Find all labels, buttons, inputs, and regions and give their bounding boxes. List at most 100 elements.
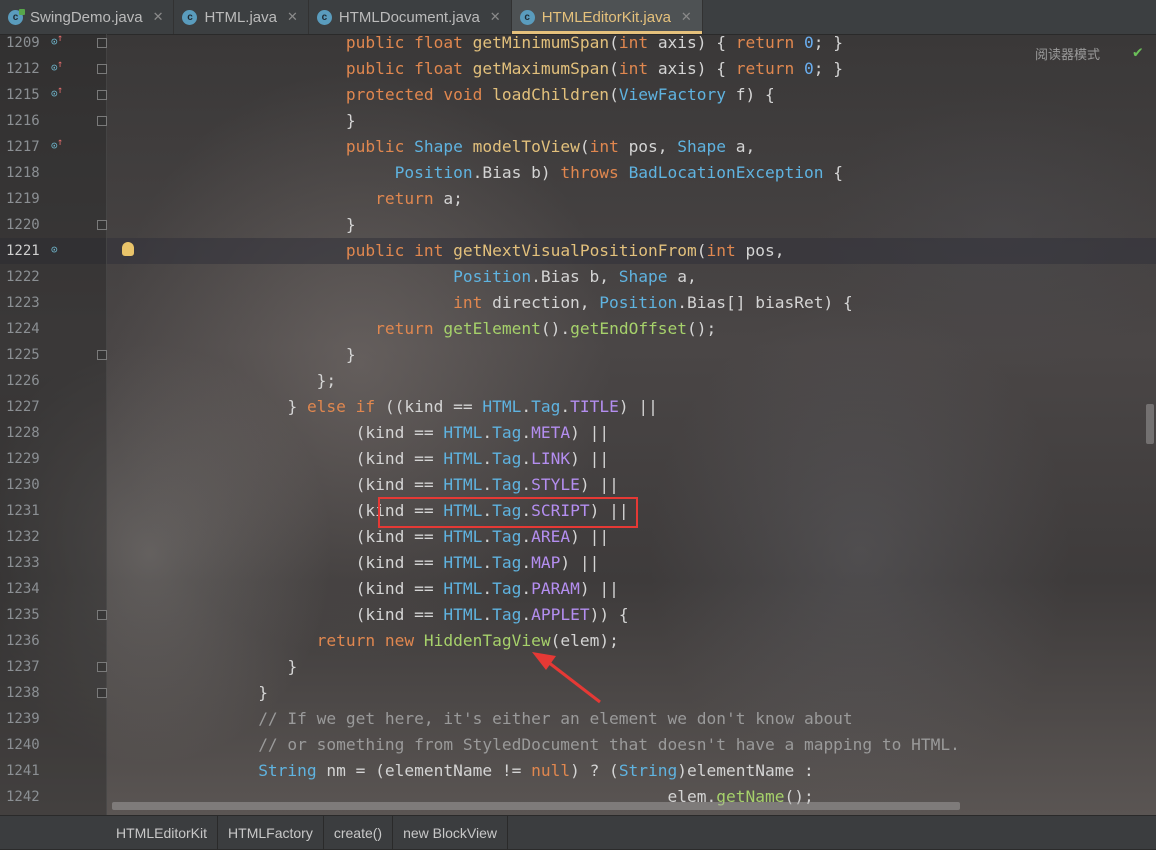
tab-label: HTML.java — [204, 8, 277, 26]
code-token: pos, — [745, 241, 785, 260]
code-line: } else if ((kind == HTML.Tag.TITLE) || — [112, 394, 657, 420]
code-token: } — [345, 111, 356, 130]
code-token: a, — [677, 267, 697, 286]
tab-htmleditorkit-java[interactable]: c HTMLEditorKit.java ✕ — [511, 0, 703, 34]
gutter-row: 1228 — [0, 420, 106, 446]
fold-toggle-icon[interactable] — [97, 220, 107, 230]
code-token: )) { — [589, 605, 629, 624]
fold-toggle-icon[interactable] — [97, 350, 107, 360]
horizontal-scrollbar[interactable] — [112, 802, 960, 810]
code-token: ) || — [560, 553, 600, 572]
override-marker-icon[interactable]: ⊙ ↑ — [51, 33, 63, 48]
code-token: HTML — [443, 449, 483, 468]
gutter-row: 1241 — [0, 758, 106, 784]
override-marker-icon[interactable]: ⊙ ↑ — [51, 85, 63, 100]
code-token: modelToView — [472, 137, 580, 156]
code-token: . — [482, 605, 493, 624]
line-number: 1235 — [6, 607, 40, 623]
fold-toggle-icon[interactable] — [97, 662, 107, 672]
code-token: (elem); — [550, 631, 619, 650]
close-icon[interactable]: ✕ — [681, 9, 692, 25]
line-number: 1239 — [6, 711, 40, 727]
code-line: public int getNextVisualPositionFrom(int… — [112, 238, 785, 264]
line-number: 1224 — [6, 321, 40, 337]
code-token: void — [443, 85, 493, 104]
code-line: protected void loadChildren(ViewFactory … — [112, 82, 775, 108]
code-token: String — [618, 761, 678, 780]
up-arrow-icon: ↑ — [57, 59, 64, 70]
override-marker-icon[interactable]: ⊙ ↑ — [51, 59, 64, 74]
gutter-row: 1229 — [0, 446, 106, 472]
code-token: (kind == — [355, 527, 444, 546]
fold-toggle-icon[interactable] — [97, 38, 107, 48]
code-token: HTML — [443, 475, 483, 494]
code-token: } — [823, 33, 844, 52]
code-token: return — [375, 319, 444, 338]
code-line: return new HiddenTagView(elem); — [112, 628, 619, 654]
tab-label: HTMLEditorKit.java — [541, 8, 671, 26]
reader-mode-toggle[interactable]: 阅读器模式 — [1035, 44, 1100, 63]
code-token: Tag — [531, 397, 561, 416]
tab-htmldocument-java[interactable]: c HTMLDocument.java ✕ — [309, 0, 512, 34]
code-token: axis) { — [657, 59, 736, 78]
fold-toggle-icon[interactable] — [97, 64, 107, 74]
gutter-row: 1239 — [0, 706, 106, 732]
gutter-row: 1215 ⊙ ↑ — [0, 82, 107, 108]
fold-toggle-icon[interactable] — [97, 610, 107, 620]
line-number-gutter: 1209 ⊙ ↑ 1212 ⊙ ↑ 1215 ⊙ ↑ 1216 1217 ⊙ ↑ 1218 1219 1220… — [0, 33, 107, 815]
code-line: return a; — [112, 186, 463, 212]
code-token: .Bias b, — [531, 267, 619, 286]
breadcrumb-item[interactable]: new BlockView — [393, 815, 508, 850]
code-token: (kind == — [355, 553, 444, 572]
vertical-scrollbar[interactable] — [1146, 404, 1154, 444]
code-token: Tag — [492, 475, 522, 494]
line-number: 1226 — [6, 373, 40, 389]
gutter-row: 1225 — [0, 342, 107, 368]
code-token: .Bias b) — [472, 163, 561, 182]
code-token: . — [521, 605, 532, 624]
code-token: . — [521, 397, 532, 416]
checkmark-icon[interactable]: ✔ — [1133, 42, 1143, 61]
gutter-row: 1216 — [0, 108, 107, 134]
code-token: } — [287, 657, 298, 676]
code-token: AREA — [531, 527, 571, 546]
fold-toggle-icon[interactable] — [97, 116, 107, 126]
breadcrumb-item[interactable]: HTMLEditorKit — [106, 815, 219, 850]
code-line: (kind == HTML.Tag.APPLET)) { — [112, 602, 629, 628]
close-icon[interactable]: ✕ — [287, 9, 298, 25]
override-marker-icon[interactable]: ⊙ — [51, 244, 63, 256]
breadcrumb-item[interactable]: create() — [324, 815, 394, 850]
gutter-row: 1217 ⊙ ↑ — [0, 134, 106, 160]
code-line: (kind == HTML.Tag.STYLE) || — [112, 472, 619, 498]
line-number: 1212 — [6, 61, 40, 77]
code-token: HTML — [443, 423, 483, 442]
code-token: ( — [609, 59, 619, 78]
line-number: 1232 — [6, 529, 40, 545]
breadcrumb-item[interactable]: HTMLFactory — [218, 815, 324, 850]
code-token: (kind == — [355, 475, 444, 494]
code-token: ( — [696, 241, 707, 260]
line-number: 1231 — [6, 503, 40, 519]
close-icon[interactable]: ✕ — [490, 9, 501, 25]
code-token: getEndOffset — [570, 319, 688, 338]
code-token: ) || — [570, 527, 610, 546]
code-token: public — [345, 241, 415, 260]
override-marker-icon[interactable]: ⊙ ↑ — [51, 137, 63, 152]
code-token: // If we get here, it's either an elemen… — [258, 709, 853, 728]
code-token: getMinimumSpan — [472, 33, 610, 52]
code-token: (kind == — [355, 449, 444, 468]
close-icon[interactable]: ✕ — [153, 9, 164, 25]
line-number: 1228 — [6, 425, 40, 441]
tab-html-java[interactable]: c HTML.java ✕ — [174, 0, 309, 34]
code-token: (kind == — [355, 605, 444, 624]
tab-swingdemo-java[interactable]: c SwingDemo.java ✕ — [0, 0, 175, 34]
code-token: loadChildren — [492, 85, 610, 104]
fold-toggle-icon[interactable] — [97, 688, 107, 698]
code-token: 0 — [804, 59, 814, 78]
code-token: . — [482, 449, 493, 468]
code-token: axis) { — [657, 33, 736, 52]
code-token: } — [823, 59, 844, 78]
code-token: (kind == — [355, 579, 444, 598]
code-token: MAP — [531, 553, 561, 572]
fold-toggle-icon[interactable] — [97, 90, 107, 100]
